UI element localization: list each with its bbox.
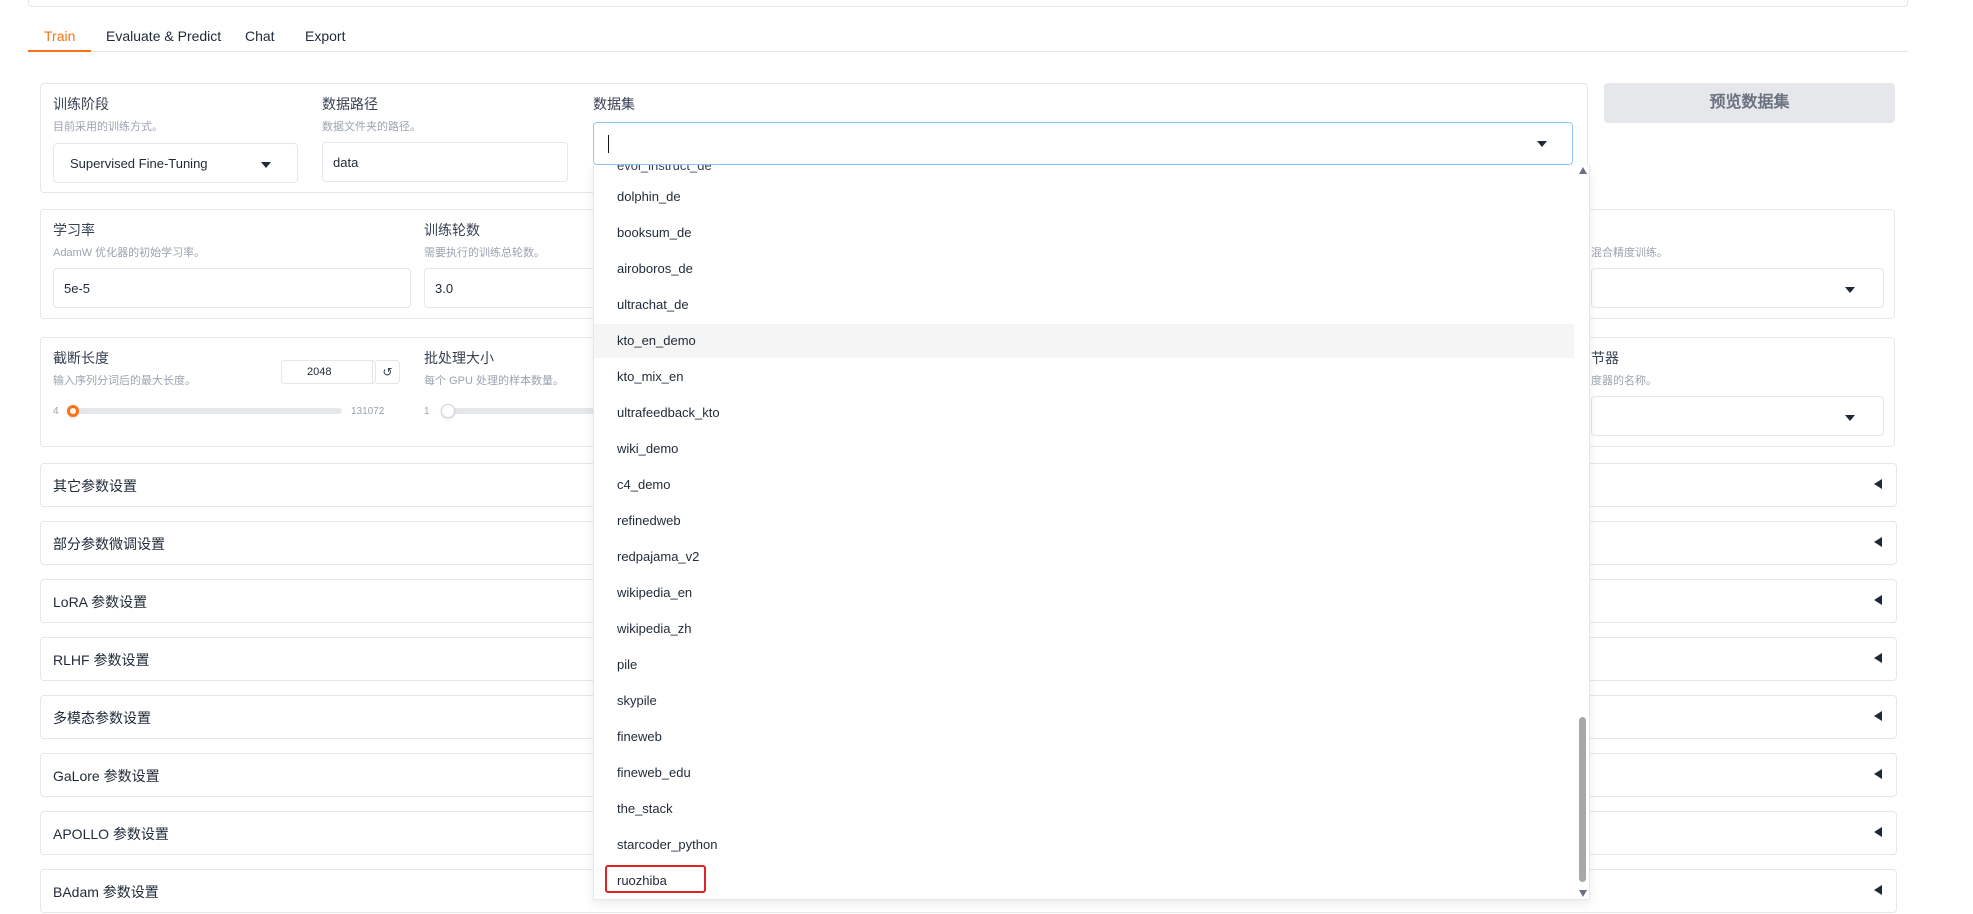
learning-rate-input[interactable]: 5e-5 <box>53 268 411 308</box>
batch-size-slider-track[interactable] <box>441 408 601 414</box>
cutoff-len-min: 4 <box>53 406 59 417</box>
accordion-label: RLHF 参数设置 <box>53 652 150 668</box>
dataset-option[interactable]: skypile <box>617 693 657 708</box>
triangle-left-icon <box>1874 537 1882 547</box>
dataset-dropdown[interactable] <box>593 122 1573 165</box>
cutoff-len-slider-track[interactable] <box>69 408 342 414</box>
cutoff-len-info: 输入序列分词后的最大长度。 <box>53 375 196 387</box>
lr-scheduler-info: 度器的名称。 <box>1591 375 1657 387</box>
accordion-label: GaLore 参数设置 <box>53 768 160 784</box>
num-epochs-info: 需要执行的训练总轮数。 <box>424 247 545 259</box>
cutoff-len-value: 2048 <box>307 366 332 378</box>
tab-chat[interactable]: Chat <box>245 24 275 51</box>
scroll-up-arrow-icon[interactable] <box>1579 167 1587 174</box>
dataset-option-hovered[interactable]: kto_en_demo <box>617 333 696 348</box>
dataset-option[interactable]: wikipedia_en <box>617 585 692 600</box>
accordion-label: 多模态参数设置 <box>53 710 151 726</box>
top-panel-edge <box>28 0 1908 7</box>
dataset-option[interactable]: fineweb_edu <box>617 765 691 780</box>
cutoff-len-slider-thumb[interactable] <box>67 405 80 417</box>
scrollbar-thumb[interactable] <box>1579 717 1586 882</box>
triangle-left-icon <box>1874 885 1882 895</box>
learning-rate-value: 5e-5 <box>64 281 91 296</box>
num-epochs-label: 训练轮数 <box>424 222 480 238</box>
dataset-dir-info: 数据文件夹的路径。 <box>322 121 421 133</box>
accordion-label: 部分参数微调设置 <box>53 536 165 552</box>
cutoff-len-number-input[interactable]: 2048 <box>281 360 376 384</box>
dataset-option[interactable]: wiki_demo <box>617 441 678 456</box>
chevron-down-icon <box>1845 415 1855 421</box>
cutoff-len-label: 截断长度 <box>53 350 109 366</box>
dataset-option[interactable]: the_stack <box>617 801 673 816</box>
num-epochs-value: 3.0 <box>435 281 454 296</box>
tab-bar: Train Evaluate & Predict Chat Export <box>27 24 1908 52</box>
highlight-box <box>605 865 706 893</box>
accordion-label: 其它参数设置 <box>53 478 137 494</box>
lr-scheduler-label: 节器 <box>1591 350 1619 366</box>
dataset-option[interactable]: starcoder_python <box>617 837 717 852</box>
hovered-option-background <box>594 324 1574 358</box>
stage-value: Supervised Fine-Tuning <box>70 156 208 171</box>
dataset-dir-value: data <box>333 155 359 170</box>
dataset-option[interactable]: booksum_de <box>617 225 691 240</box>
accordion-label: BAdam 参数设置 <box>53 884 159 900</box>
compute-type-dropdown[interactable] <box>1591 268 1884 308</box>
tab-train[interactable]: Train <box>27 24 92 52</box>
chevron-down-icon <box>261 162 271 168</box>
stage-info: 目前采用的训练方式。 <box>53 121 163 133</box>
lr-scheduler-dropdown[interactable] <box>1591 396 1884 436</box>
tab-export[interactable]: Export <box>305 24 345 51</box>
dataset-option-partial[interactable]: evol_instruct_de <box>617 165 712 173</box>
triangle-left-icon <box>1874 769 1882 779</box>
text-cursor <box>608 135 609 153</box>
dataset-option[interactable]: airoboros_de <box>617 261 693 276</box>
dataset-option[interactable]: dolphin_de <box>617 189 681 204</box>
dataset-option[interactable]: pile <box>617 657 637 672</box>
chevron-down-icon <box>1845 287 1855 293</box>
triangle-left-icon <box>1874 653 1882 663</box>
dataset-option[interactable]: kto_mix_en <box>617 369 683 384</box>
learning-rate-info: AdamW 优化器的初始学习率。 <box>53 247 206 259</box>
dataset-option[interactable]: wikipedia_zh <box>617 621 691 636</box>
dataset-option[interactable]: ultrachat_de <box>617 297 689 312</box>
dataset-dir-label: 数据路径 <box>322 96 378 112</box>
batch-size-label: 批处理大小 <box>424 350 494 366</box>
dataset-options-list[interactable]: evol_instruct_de dolphin_de booksum_de a… <box>593 165 1590 900</box>
accordion-label: APOLLO 参数设置 <box>53 826 169 842</box>
scroll-down-arrow-icon[interactable] <box>1579 890 1587 897</box>
cutoff-len-max: 131072 <box>351 406 385 417</box>
dataset-dir-input[interactable]: data <box>322 142 568 182</box>
compute-type-info: 混合精度训练。 <box>1591 247 1668 259</box>
triangle-left-icon <box>1874 711 1882 721</box>
stage-label: 训练阶段 <box>53 96 109 112</box>
stage-dropdown[interactable]: Supervised Fine-Tuning <box>53 143 298 183</box>
batch-size-info: 每个 GPU 处理的样本数量。 <box>424 375 564 387</box>
dataset-option[interactable]: refinedweb <box>617 513 681 528</box>
accordion-label: LoRA 参数设置 <box>53 594 148 610</box>
triangle-left-icon <box>1874 595 1882 605</box>
dataset-option[interactable]: ultrafeedback_kto <box>617 405 720 420</box>
batch-size-slider-thumb[interactable] <box>441 404 455 418</box>
batch-size-min: 1 <box>424 406 430 417</box>
dataset-label: 数据集 <box>593 96 635 112</box>
reset-icon[interactable]: ↺ <box>376 360 400 384</box>
dataset-option[interactable]: fineweb <box>617 729 662 744</box>
divider <box>372 361 373 383</box>
tab-evaluate-predict[interactable]: Evaluate & Predict <box>106 24 221 51</box>
dataset-option[interactable]: c4_demo <box>617 477 670 492</box>
dataset-option[interactable]: redpajama_v2 <box>617 549 699 564</box>
preview-dataset-button[interactable]: 预览数据集 <box>1604 83 1895 123</box>
triangle-left-icon <box>1874 479 1882 489</box>
learning-rate-label: 学习率 <box>53 222 95 238</box>
num-epochs-input[interactable]: 3.0 <box>424 268 604 308</box>
chevron-down-icon <box>1537 141 1547 147</box>
triangle-left-icon <box>1874 827 1882 837</box>
